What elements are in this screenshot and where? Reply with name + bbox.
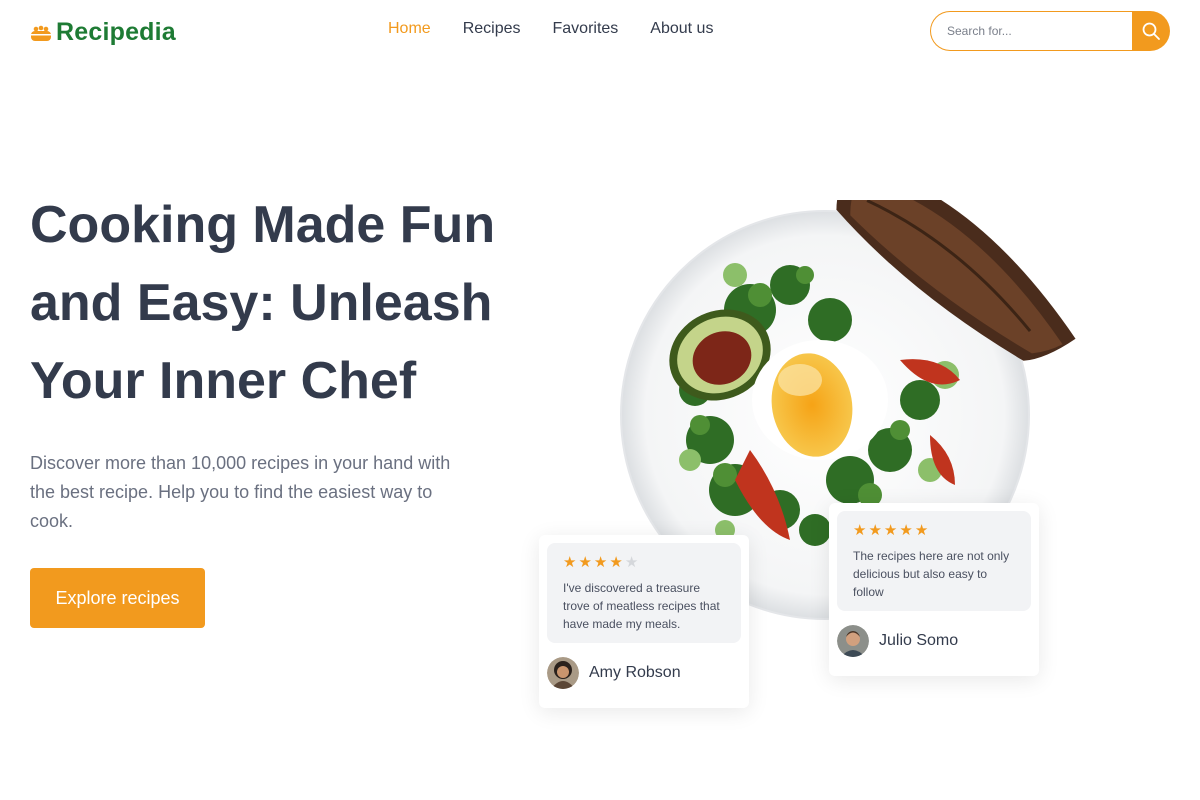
- bread-basket-icon: [31, 25, 51, 41]
- search-input[interactable]: [930, 11, 1140, 51]
- search-button[interactable]: [1132, 11, 1170, 51]
- star-icon: ★: [883, 522, 898, 539]
- review-text: The recipes here are not only delicious …: [853, 549, 1010, 599]
- star-icon: ★: [578, 554, 592, 571]
- main-nav: Home Recipes Favorites About us: [388, 20, 745, 38]
- nav-item-home[interactable]: Home: [388, 20, 431, 38]
- reviewer: Julio Somo: [837, 625, 1031, 657]
- nav-item-about-us[interactable]: About us: [650, 20, 713, 38]
- logo[interactable]: Recipedia: [30, 18, 176, 47]
- star-empty-icon: ★: [624, 554, 639, 571]
- star-icon: ★: [899, 522, 913, 539]
- logo-text: Recipedia: [56, 18, 176, 46]
- nav-item-recipes[interactable]: Recipes: [463, 20, 521, 38]
- star-rating: ★ ★ ★ ★ ★: [853, 523, 1015, 539]
- star-icon: ★: [563, 554, 577, 571]
- star-icon: ★: [914, 522, 929, 539]
- nav-item-favorites[interactable]: Favorites: [553, 20, 619, 38]
- review-bubble: ★ ★ ★ ★ ★ The recipes here are not only …: [837, 511, 1031, 611]
- star-icon: ★: [868, 522, 882, 539]
- review-card: ★ ★ ★ ★ ★ The recipes here are not only …: [829, 503, 1039, 676]
- star-icon: ★: [609, 554, 623, 571]
- explore-recipes-button[interactable]: Explore recipes: [30, 568, 205, 628]
- hero-title: Cooking Made Fun and Easy: Unleash Your …: [30, 196, 496, 410]
- star-rating: ★ ★ ★ ★ ★: [563, 555, 725, 571]
- search-icon: [1142, 22, 1160, 40]
- site-header: Recipedia Home Recipes Favorites About u…: [0, 0, 1200, 62]
- search-bar: [930, 11, 1170, 51]
- reviewer-name: Julio Somo: [879, 632, 959, 649]
- star-icon: ★: [853, 522, 867, 539]
- review-bubble: ★ ★ ★ ★ ★ I've discovered a treasure tro…: [547, 543, 741, 643]
- reviewer: Amy Robson: [547, 657, 741, 689]
- avatar: [837, 625, 869, 657]
- hero-description: Discover more than 10,000 recipes in you…: [30, 453, 451, 531]
- star-icon: ★: [593, 554, 608, 571]
- avatar: [547, 657, 579, 689]
- review-text: I've discovered a treasure trove of meat…: [563, 581, 720, 631]
- reviewer-name: Amy Robson: [589, 664, 681, 681]
- review-card: ★ ★ ★ ★ ★ I've discovered a treasure tro…: [539, 535, 749, 708]
